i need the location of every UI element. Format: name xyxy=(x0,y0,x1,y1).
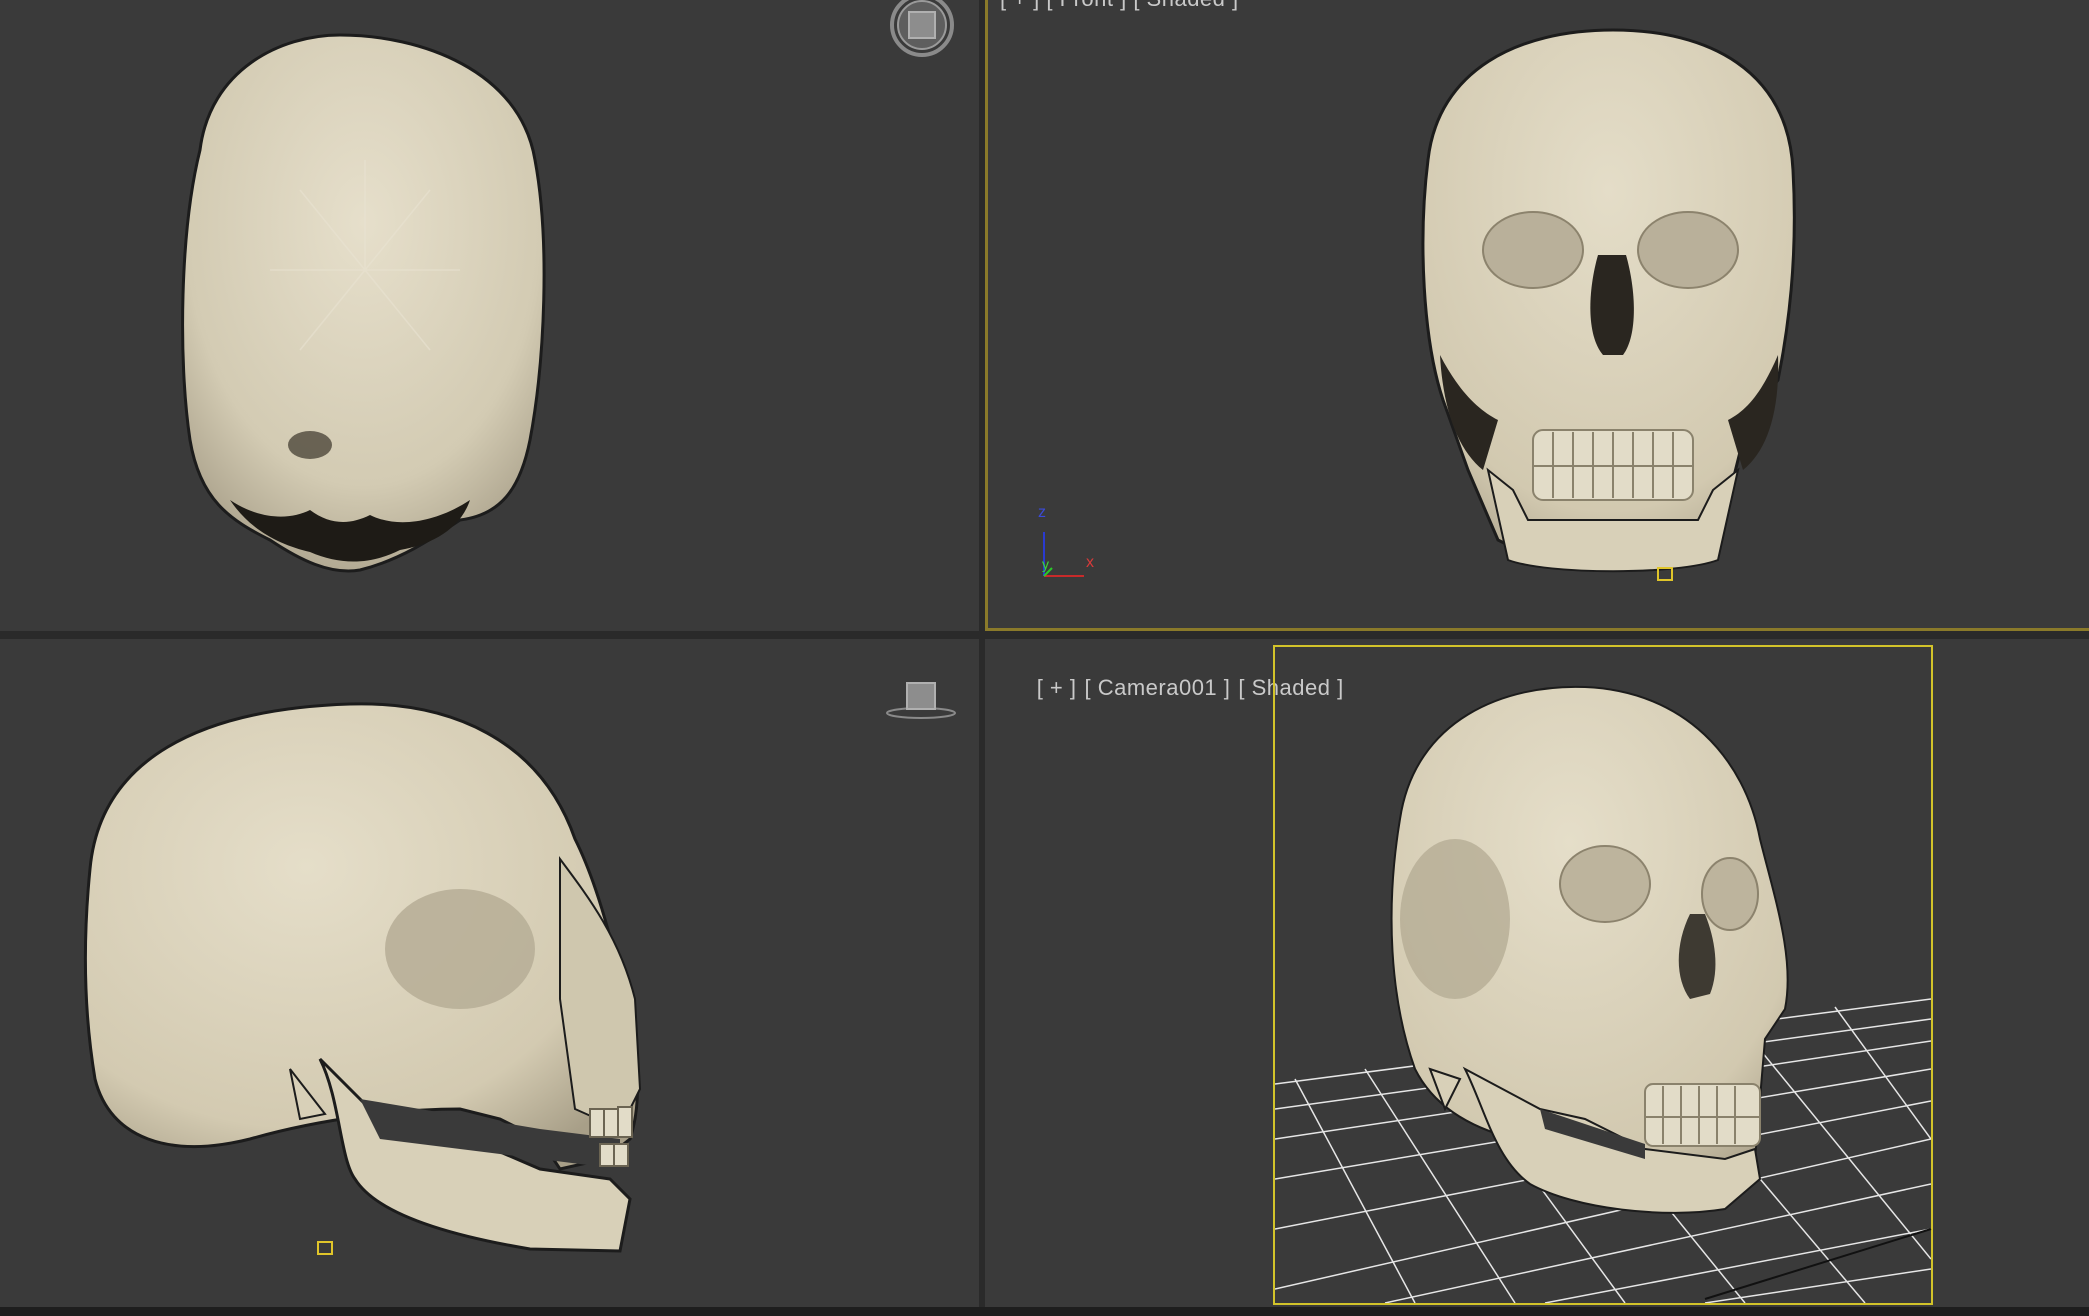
viewport-front[interactable]: [ + ] [ Front ] [ Shaded ] xyxy=(985,0,2089,631)
axis-x-label: x xyxy=(1086,554,1095,571)
skull-camera-view[interactable] xyxy=(985,639,2089,1307)
viewport-left[interactable] xyxy=(0,639,979,1307)
viewport-grid: [ + ] [ Front ] [ Shaded ] xyxy=(0,0,2089,1316)
skull-left-view[interactable] xyxy=(0,639,979,1307)
axis-y-label: y xyxy=(1042,556,1050,572)
viewport-camera[interactable]: [ + ][ Camera001 ][ Shaded ] xyxy=(985,639,2089,1307)
viewport-top[interactable] xyxy=(0,0,979,631)
skull-front-view[interactable] xyxy=(988,0,2089,631)
skull-top-view[interactable] xyxy=(0,0,979,631)
axis-z-label: z xyxy=(1038,504,1047,521)
viewport-bottom-strip xyxy=(0,1307,2089,1316)
